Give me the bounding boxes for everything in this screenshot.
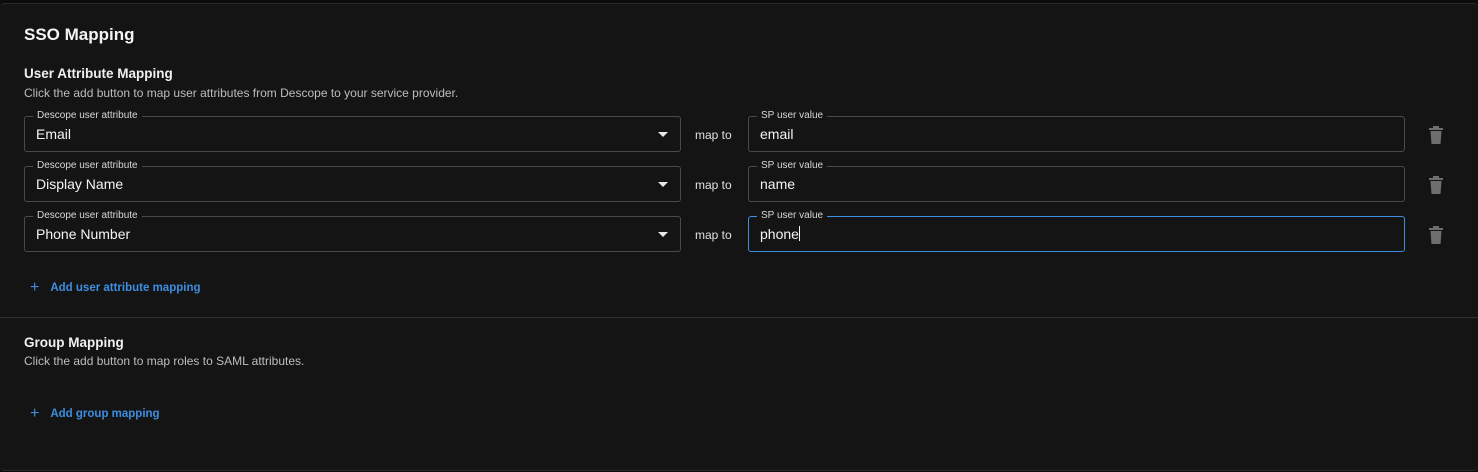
plus-icon: + <box>30 405 40 422</box>
map-to-label: map to <box>695 178 732 192</box>
user-attribute-mapping-description: Click the add button to map user attribu… <box>24 86 459 100</box>
descope-attribute-select[interactable]: Descope user attribute Display Name <box>24 160 681 202</box>
text-cursor <box>798 226 800 241</box>
mapping-row-display-name: Descope user attribute Display Name map … <box>24 160 1454 202</box>
field-label: SP user value <box>757 210 828 222</box>
trash-icon[interactable] <box>1429 176 1443 194</box>
add-group-mapping-label: Add group mapping <box>50 408 160 420</box>
chevron-down-icon[interactable] <box>658 132 668 137</box>
field-label: Descope user attribute <box>33 210 142 222</box>
add-user-attribute-mapping-button[interactable]: + Add user attribute mapping <box>30 279 201 296</box>
trash-icon[interactable] <box>1429 226 1443 244</box>
group-mapping-title: Group Mapping <box>24 335 124 350</box>
sso-mapping-panel: SSO Mapping User Attribute Mapping Click… <box>0 3 1478 471</box>
field-label: SP user value <box>757 110 828 122</box>
mapping-row-email: Descope user attribute Email map to SP u… <box>24 110 1454 152</box>
sp-user-value-input[interactable]: SP user value name <box>748 160 1405 202</box>
group-mapping-description: Click the add button to map roles to SAM… <box>24 354 305 368</box>
trash-icon[interactable] <box>1429 126 1443 144</box>
map-to-label: map to <box>695 228 732 242</box>
add-user-attribute-mapping-label: Add user attribute mapping <box>50 282 201 294</box>
select-value: Display Name <box>36 176 124 192</box>
descope-attribute-select[interactable]: Descope user attribute Email <box>24 110 681 152</box>
chevron-down-icon[interactable] <box>658 182 668 187</box>
input-value: name <box>760 176 796 192</box>
select-value: Email <box>36 126 72 142</box>
input-value: phone <box>760 226 799 242</box>
user-attribute-mapping-title: User Attribute Mapping <box>24 66 173 81</box>
input-value: email <box>760 126 794 142</box>
input-value-wrap: phone <box>760 226 800 242</box>
section-divider <box>0 317 1478 318</box>
plus-icon: + <box>30 279 40 296</box>
add-group-mapping-button[interactable]: + Add group mapping <box>30 405 160 422</box>
field-label: Descope user attribute <box>33 160 142 172</box>
sp-user-value-input[interactable]: SP user value email <box>748 110 1405 152</box>
map-to-label: map to <box>695 128 732 142</box>
descope-attribute-select[interactable]: Descope user attribute Phone Number <box>24 210 681 252</box>
field-label: Descope user attribute <box>33 110 142 122</box>
field-label: SP user value <box>757 160 828 172</box>
chevron-down-icon[interactable] <box>658 232 668 237</box>
page-title: SSO Mapping <box>24 25 135 44</box>
mapping-row-phone-number: Descope user attribute Phone Number map … <box>24 210 1454 252</box>
sp-user-value-input[interactable]: SP user value phone <box>748 210 1405 252</box>
select-value: Phone Number <box>36 226 131 242</box>
